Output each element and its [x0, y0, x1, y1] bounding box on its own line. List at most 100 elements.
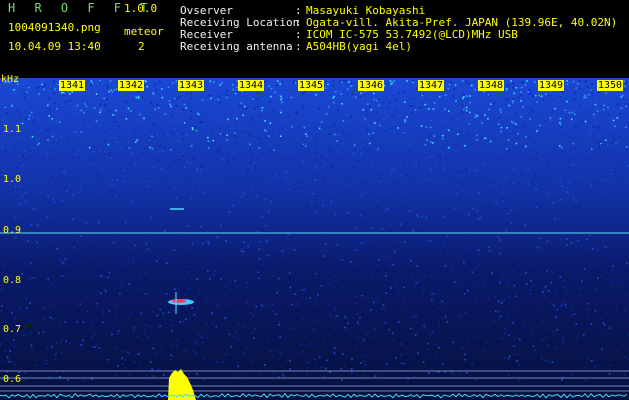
noise-speckle [213, 204, 215, 206]
noise-speckle [78, 149, 80, 151]
noise-speckle [368, 193, 371, 196]
noise-speckle [174, 97, 176, 100]
noise-speckle [406, 80, 408, 82]
noise-speckle [179, 158, 181, 161]
noise-speckle [421, 215, 424, 218]
noise-speckle [317, 195, 320, 197]
noise-speckle [78, 122, 81, 125]
noise-speckle [182, 235, 184, 238]
noise-speckle [414, 315, 416, 318]
noise-speckle [93, 107, 96, 109]
noise-speckle [15, 88, 17, 90]
noise-speckle [225, 239, 227, 242]
noise-speckle [85, 89, 87, 92]
noise-speckle [443, 167, 445, 170]
noise-speckle [177, 339, 179, 342]
noise-speckle [97, 275, 100, 278]
noise-speckle [487, 295, 490, 297]
noise-speckle [342, 353, 344, 355]
noise-speckle [114, 121, 117, 124]
noise-speckle [186, 93, 188, 95]
noise-speckle [169, 319, 172, 321]
noise-speckle [188, 373, 190, 375]
noise-speckle [519, 213, 521, 215]
noise-speckle [324, 285, 327, 287]
noise-speckle [410, 327, 412, 330]
noise-speckle [143, 217, 145, 219]
noise-speckle [415, 214, 418, 216]
noise-speckle [610, 222, 612, 224]
noise-speckle [124, 180, 126, 183]
noise-speckle [95, 120, 98, 122]
noise-speckle [261, 216, 263, 218]
noise-speckle [431, 292, 433, 295]
noise-speckle [419, 259, 421, 261]
noise-speckle [573, 276, 575, 279]
noise-speckle [504, 195, 507, 197]
noise-speckle [117, 332, 119, 335]
noise-speckle [194, 146, 196, 149]
noise-speckle [196, 112, 199, 115]
noise-speckle [271, 303, 273, 306]
noise-speckle [381, 228, 384, 230]
noise-speckle [371, 137, 373, 140]
noise-speckle [316, 320, 319, 323]
noise-speckle [100, 103, 102, 106]
noise-speckle [442, 241, 445, 243]
noise-speckle [585, 212, 588, 214]
noise-speckle [242, 250, 245, 253]
noise-speckle [96, 80, 98, 83]
noise-speckle [45, 147, 48, 150]
noise-speckle [99, 148, 102, 151]
noise-speckle [383, 118, 385, 121]
noise-speckle [621, 343, 624, 346]
noise-speckle [221, 82, 223, 84]
noise-speckle [391, 81, 394, 83]
noise-speckle [12, 339, 15, 341]
noise-speckle [93, 226, 96, 228]
noise-speckle [350, 191, 352, 193]
noise-speckle [334, 213, 337, 216]
noise-speckle [147, 186, 149, 188]
noise-speckle [531, 155, 534, 158]
noise-speckle [127, 317, 129, 319]
noise-speckle [53, 201, 56, 204]
noise-speckle [623, 87, 626, 90]
noise-speckle [61, 275, 64, 277]
noise-speckle [448, 208, 451, 210]
noise-speckle [1, 147, 3, 150]
noise-speckle [364, 120, 367, 122]
noise-speckle [149, 325, 152, 327]
noise-speckle [218, 95, 220, 97]
noise-speckle [252, 315, 255, 318]
noise-speckle [51, 87, 54, 90]
noise-speckle [392, 229, 395, 232]
noise-speckle [532, 95, 534, 98]
noise-speckle [390, 287, 392, 289]
noise-speckle [270, 200, 273, 203]
noise-speckle [474, 223, 477, 225]
noise-speckle [460, 316, 462, 318]
noise-speckle [61, 167, 63, 170]
noise-speckle [544, 337, 547, 340]
noise-speckle [507, 139, 510, 141]
noise-speckle [618, 294, 621, 297]
noise-speckle [338, 80, 341, 83]
noise-speckle [24, 372, 26, 374]
noise-speckle [185, 306, 187, 308]
noise-speckle [278, 145, 281, 147]
noise-speckle [132, 258, 135, 260]
noise-speckle [429, 333, 431, 335]
noise-speckle [509, 200, 511, 203]
noise-speckle [403, 300, 405, 303]
noise-speckle [527, 90, 529, 93]
noise-speckle [110, 131, 112, 133]
noise-speckle [95, 150, 97, 152]
noise-speckle [173, 309, 175, 311]
noise-speckle [269, 122, 272, 125]
noise-speckle [457, 164, 459, 166]
noise-speckle [473, 239, 476, 241]
noise-speckle [103, 234, 106, 237]
noise-speckle [373, 301, 375, 304]
noise-speckle [140, 196, 143, 198]
